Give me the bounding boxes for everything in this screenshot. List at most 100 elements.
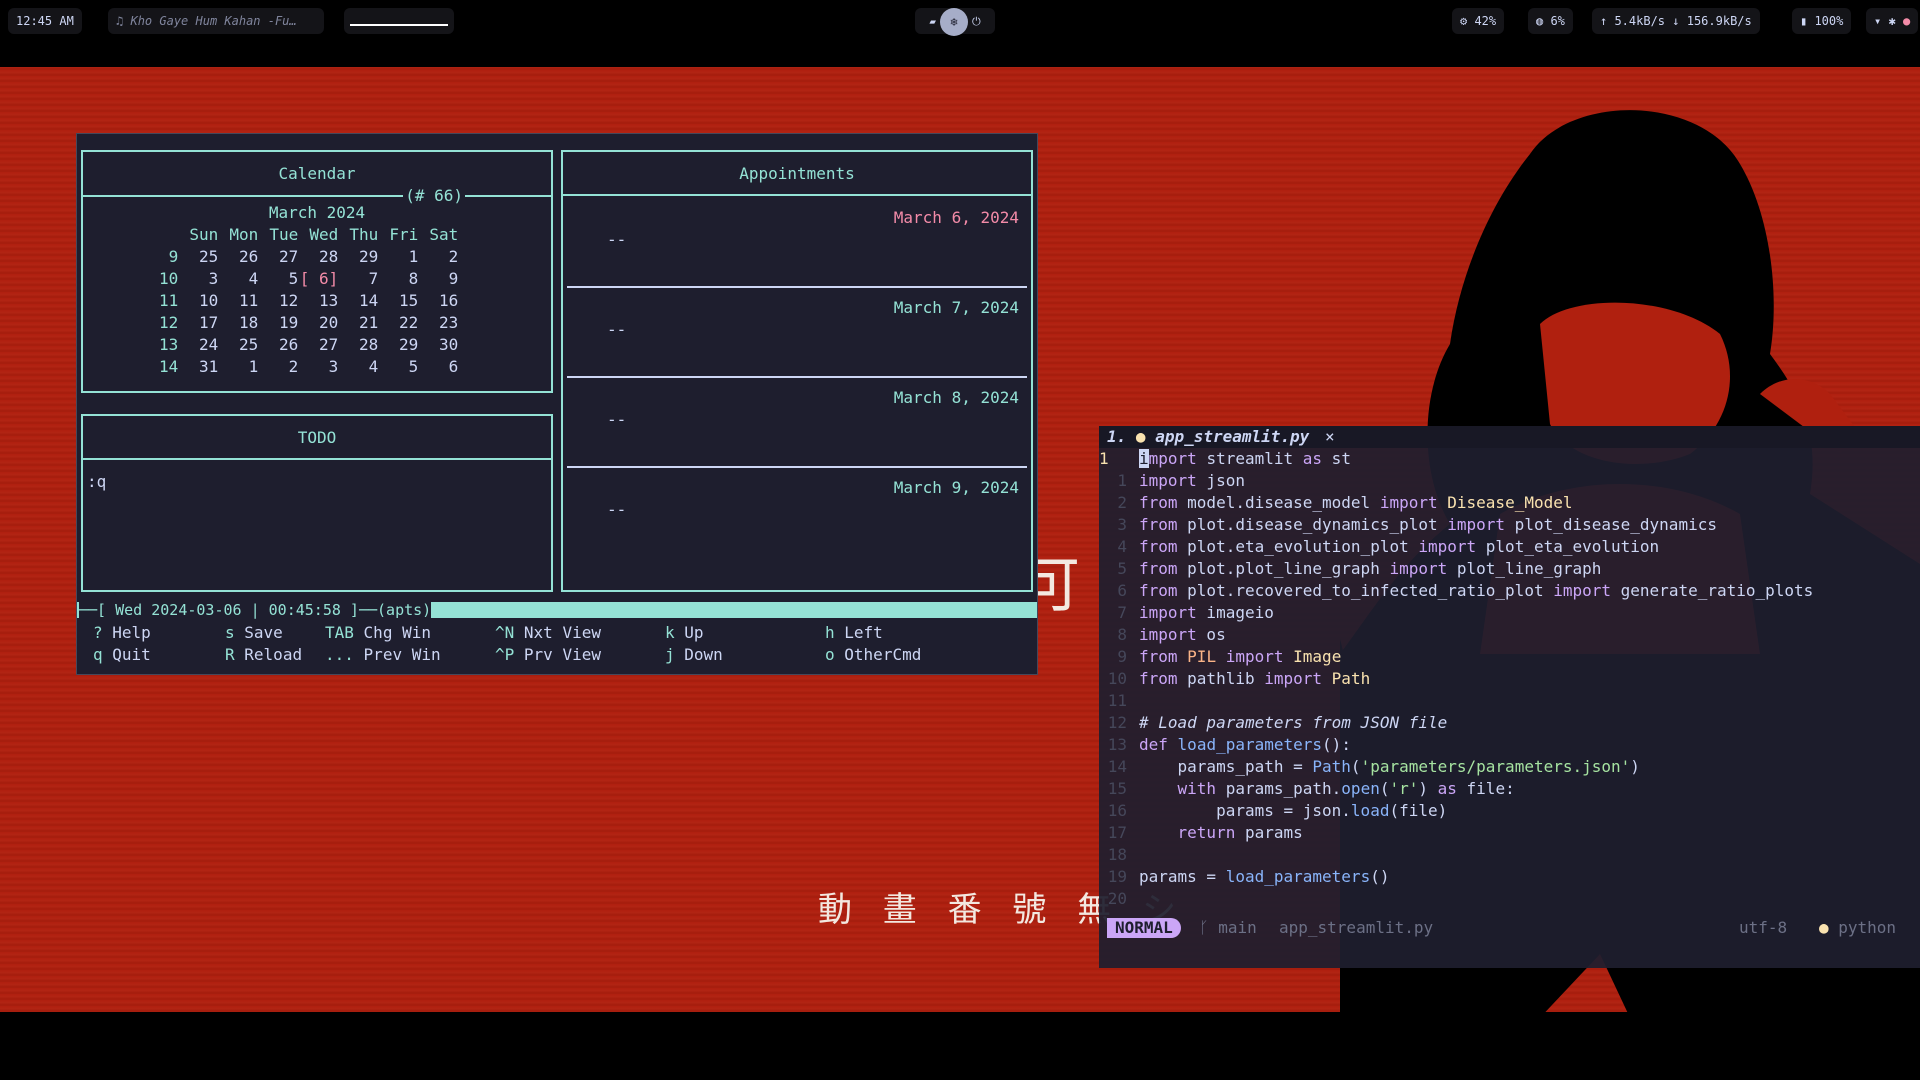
close-icon[interactable]: × bbox=[1325, 427, 1335, 446]
calendar-day[interactable]: 19 bbox=[258, 312, 298, 334]
calendar-day[interactable]: 25 bbox=[178, 246, 218, 268]
wifi-icon[interactable]: ▾ bbox=[1874, 14, 1881, 28]
calendar-day[interactable]: 25 bbox=[218, 334, 258, 356]
code-text: from PIL import Image bbox=[1139, 647, 1342, 666]
calendar-day[interactable]: 1 bbox=[218, 356, 259, 378]
keybinding-down[interactable]: j Down bbox=[665, 644, 723, 666]
calendar-day[interactable]: 22 bbox=[378, 312, 418, 334]
calendar-day[interactable]: 29 bbox=[338, 246, 378, 268]
calendar-day[interactable]: 5 bbox=[378, 356, 419, 378]
appointment-day[interactable]: March 7, 2024 -- bbox=[567, 288, 1027, 378]
calendar-day[interactable]: 15 bbox=[378, 290, 418, 312]
code-line: 14 params_path = Path('parameters/parame… bbox=[1099, 756, 1920, 778]
calendar-day[interactable]: 20 bbox=[298, 312, 338, 334]
code-text: def load_parameters(): bbox=[1139, 735, 1351, 754]
keybinding-next-view[interactable]: ^N Nxt View bbox=[495, 622, 601, 644]
folder-icon[interactable]: ▰ bbox=[929, 15, 936, 28]
music-note-icon: ♫ bbox=[116, 14, 124, 28]
keybinding-prev-window[interactable]: ... Prev Win bbox=[325, 644, 441, 666]
calendar-day[interactable]: 11 bbox=[218, 290, 258, 312]
calendar-day[interactable]: 30 bbox=[418, 334, 458, 356]
calendar-day[interactable]: 17 bbox=[178, 312, 218, 334]
calendar-day[interactable]: 28 bbox=[338, 334, 378, 356]
line-number: 1 bbox=[1099, 449, 1109, 468]
keybinding-reload[interactable]: R Reload bbox=[225, 644, 302, 666]
calcurse-status-bar: ──[ Wed 2024-03-06 | 00:45:58 ]──(apts) bbox=[77, 601, 1037, 619]
keybinding-help[interactable]: ? Help bbox=[93, 622, 151, 644]
calendar-day[interactable]: 5 bbox=[258, 268, 299, 290]
neovim-tabline: 1. ● app_streamlit.py × bbox=[1099, 426, 1920, 448]
code-text: with params_path.open('r') as file: bbox=[1177, 779, 1515, 798]
weekday-header: Sat bbox=[429, 225, 459, 244]
calendar-day[interactable]: 29 bbox=[378, 334, 418, 356]
calendar-day[interactable]: 18 bbox=[218, 312, 258, 334]
keybinding-up[interactable]: k Up bbox=[665, 622, 704, 644]
calendar-day[interactable]: 21 bbox=[338, 312, 378, 334]
calendar-day[interactable]: 27 bbox=[298, 334, 338, 356]
calendar-day[interactable]: 12 bbox=[258, 290, 298, 312]
calendar-day[interactable]: 27 bbox=[258, 246, 298, 268]
calendar-day[interactable]: 4 bbox=[338, 356, 379, 378]
appointment-day[interactable]: March 6, 2024 -- bbox=[567, 198, 1027, 288]
keybinding-quit[interactable]: q Quit bbox=[93, 644, 151, 666]
keybinding-save[interactable]: s Save bbox=[225, 622, 283, 644]
calendar-day[interactable]: 8 bbox=[378, 268, 419, 290]
line-number: 12 bbox=[1107, 713, 1127, 732]
keybinding-left[interactable]: h Left bbox=[825, 622, 883, 644]
appointments-panel[interactable]: Appointments March 6, 2024 -- March 7, 2… bbox=[561, 150, 1033, 592]
line-number: 1 bbox=[1117, 471, 1127, 490]
system-tray[interactable]: ▾ ✱ ● bbox=[1866, 8, 1919, 34]
power-icon[interactable]: ⏻ bbox=[972, 15, 981, 28]
line-number: 3 bbox=[1117, 515, 1127, 534]
buffer-tab[interactable]: 1. ● app_streamlit.py × bbox=[1107, 426, 1335, 448]
calendar-day[interactable]: 26 bbox=[218, 246, 258, 268]
weekday-header: Wed bbox=[309, 225, 339, 244]
code-editor[interactable]: 1 import streamlit as st 1 import json 2 fr… bbox=[1099, 448, 1920, 910]
media-player[interactable]: ♫ Kho Gaye Hum Kahan -Fu… bbox=[108, 8, 324, 34]
calendar-day[interactable]: 1 bbox=[378, 246, 419, 268]
clock[interactable]: 12:45 AM bbox=[8, 8, 82, 34]
calendar-week-row: 11 10 11 12 13 14 15 16 bbox=[159, 290, 458, 312]
calendar-day[interactable]: 26 bbox=[258, 334, 298, 356]
calendar-day[interactable]: 23 bbox=[418, 312, 458, 334]
keybinding-prev-view[interactable]: ^P Prv View bbox=[495, 644, 601, 666]
calendar-day[interactable]: 6 bbox=[418, 356, 459, 378]
calendar-day[interactable]: 31 bbox=[178, 356, 218, 378]
calendar-day[interactable]: 16 bbox=[418, 290, 458, 312]
appointment-day[interactable]: March 8, 2024 -- bbox=[567, 378, 1027, 468]
calendar-panel[interactable]: Calendar (# 66) March 2024 Sun Mon Tue W… bbox=[81, 150, 553, 393]
neovim-window[interactable]: 1. ● app_streamlit.py × 1 import streamli… bbox=[1099, 426, 1920, 968]
calendar-day[interactable]: 2 bbox=[258, 356, 299, 378]
calendar-day[interactable]: 3 bbox=[298, 356, 339, 378]
media-title: Kho Gaye Hum Kahan -Fu… bbox=[130, 14, 297, 28]
notification-icon[interactable]: ● bbox=[1903, 14, 1910, 28]
appointment-day[interactable]: March 9, 2024 -- bbox=[567, 468, 1027, 558]
nix-logo-icon[interactable]: ❄ bbox=[939, 8, 968, 36]
appointment-entry: -- bbox=[607, 230, 627, 249]
git-branch: ᚴ main bbox=[1199, 918, 1257, 937]
calendar-month: March 2024 bbox=[268, 203, 366, 222]
weekday-header: Fri bbox=[389, 225, 419, 244]
calendar-day[interactable]: 4 bbox=[218, 268, 259, 290]
calendar-day-today[interactable]: [ 6] bbox=[298, 268, 339, 290]
calendar-day[interactable]: 24 bbox=[178, 334, 218, 356]
workspace-indicator[interactable] bbox=[344, 8, 454, 34]
calendar-day[interactable]: 10 bbox=[178, 290, 218, 312]
code-text: import os bbox=[1139, 625, 1226, 644]
code-line: 2 from model.disease_model import Disease… bbox=[1099, 492, 1920, 514]
keybinding-other-cmd[interactable]: o OtherCmd bbox=[825, 644, 921, 666]
calendar-day[interactable]: 7 bbox=[338, 268, 379, 290]
calendar-week-row: 9 25 26 27 28 29 1 2 bbox=[159, 246, 459, 268]
calendar-day[interactable]: 13 bbox=[298, 290, 338, 312]
calendar-day[interactable]: 28 bbox=[298, 246, 338, 268]
calcurse-window[interactable]: Calendar (# 66) March 2024 Sun Mon Tue W… bbox=[76, 133, 1038, 675]
calendar-day[interactable]: 3 bbox=[178, 268, 219, 290]
keybinding-change-window[interactable]: TAB Chg Win bbox=[325, 622, 431, 644]
calendar-day[interactable]: 9 bbox=[418, 268, 459, 290]
bluetooth-icon[interactable]: ✱ bbox=[1888, 14, 1895, 28]
todo-panel[interactable]: TODO :q bbox=[81, 414, 553, 592]
calendar-day[interactable]: 14 bbox=[338, 290, 378, 312]
appointment-entry: -- bbox=[607, 500, 627, 519]
calendar-day[interactable]: 2 bbox=[418, 246, 459, 268]
calendar-week-row: 14 31 1 2 3 4 5 6 bbox=[159, 356, 458, 378]
